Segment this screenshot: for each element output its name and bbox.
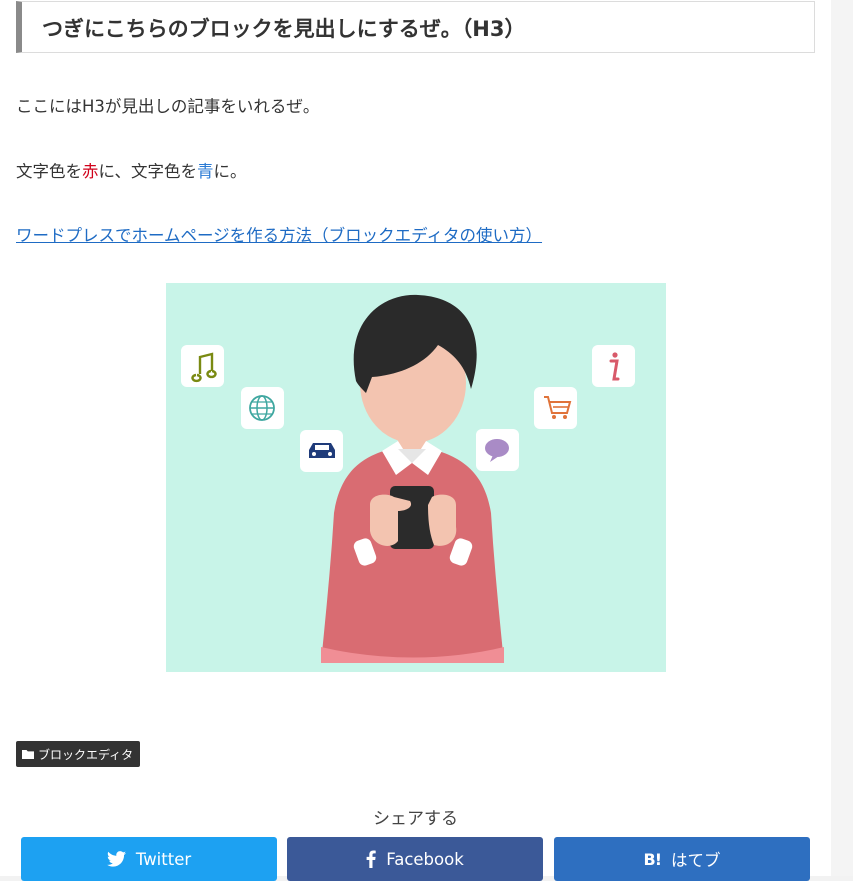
category-tag[interactable]: ブロックエディタ bbox=[16, 741, 141, 767]
globe-icon bbox=[241, 387, 284, 429]
car-icon bbox=[300, 430, 343, 472]
shopping-cart-icon bbox=[534, 387, 577, 429]
twitter-share-button[interactable]: Twitter bbox=[21, 837, 277, 881]
article-page: つぎにこちらのブロックを見出しにするぜ。（H3） ここにはH3が見出しの記事をい… bbox=[0, 0, 831, 881]
blue-text: 青 bbox=[197, 162, 214, 181]
facebook-share-button[interactable]: Facebook bbox=[287, 837, 543, 881]
facebook-f-icon bbox=[366, 850, 376, 868]
paragraph-2-part-2: に、文字色を bbox=[98, 162, 198, 181]
paragraph-2-part-3: に。 bbox=[213, 162, 247, 181]
share-title: シェアする bbox=[373, 809, 458, 829]
paragraph-2-part-1: 文字色を bbox=[16, 162, 82, 181]
info-icon bbox=[592, 345, 635, 387]
paragraph-1: ここにはH3が見出しの記事をいれるぜ。 bbox=[16, 97, 320, 116]
facebook-label: Facebook bbox=[386, 849, 464, 869]
folder-icon bbox=[22, 750, 34, 759]
hatena-b-icon: B! bbox=[643, 849, 662, 869]
hatena-bookmark-button[interactable]: B! はてブ bbox=[554, 837, 810, 881]
section-heading-h3: つぎにこちらのブロックを見出しにするぜ。（H3） bbox=[16, 1, 815, 53]
page-gutter bbox=[831, 0, 853, 876]
heading-text: つぎにこちらのブロックを見出しにするぜ。（H3） bbox=[42, 17, 526, 41]
twitter-bird-icon bbox=[106, 851, 126, 867]
red-text: 赤 bbox=[82, 162, 99, 181]
category-tag-label: ブロックエディタ bbox=[38, 747, 134, 762]
chat-bubble-icon bbox=[476, 429, 519, 471]
smartphone-user-illustration bbox=[166, 283, 666, 672]
music-note-icon bbox=[181, 345, 224, 387]
paragraph-2: 文字色を赤に、文字色を青に。 bbox=[16, 158, 247, 182]
article-link[interactable]: ワードプレスでホームページを作る方法（ブロックエディタの使い方） bbox=[16, 222, 542, 246]
hatena-label: はてブ bbox=[671, 851, 721, 870]
twitter-label: Twitter bbox=[135, 849, 192, 869]
